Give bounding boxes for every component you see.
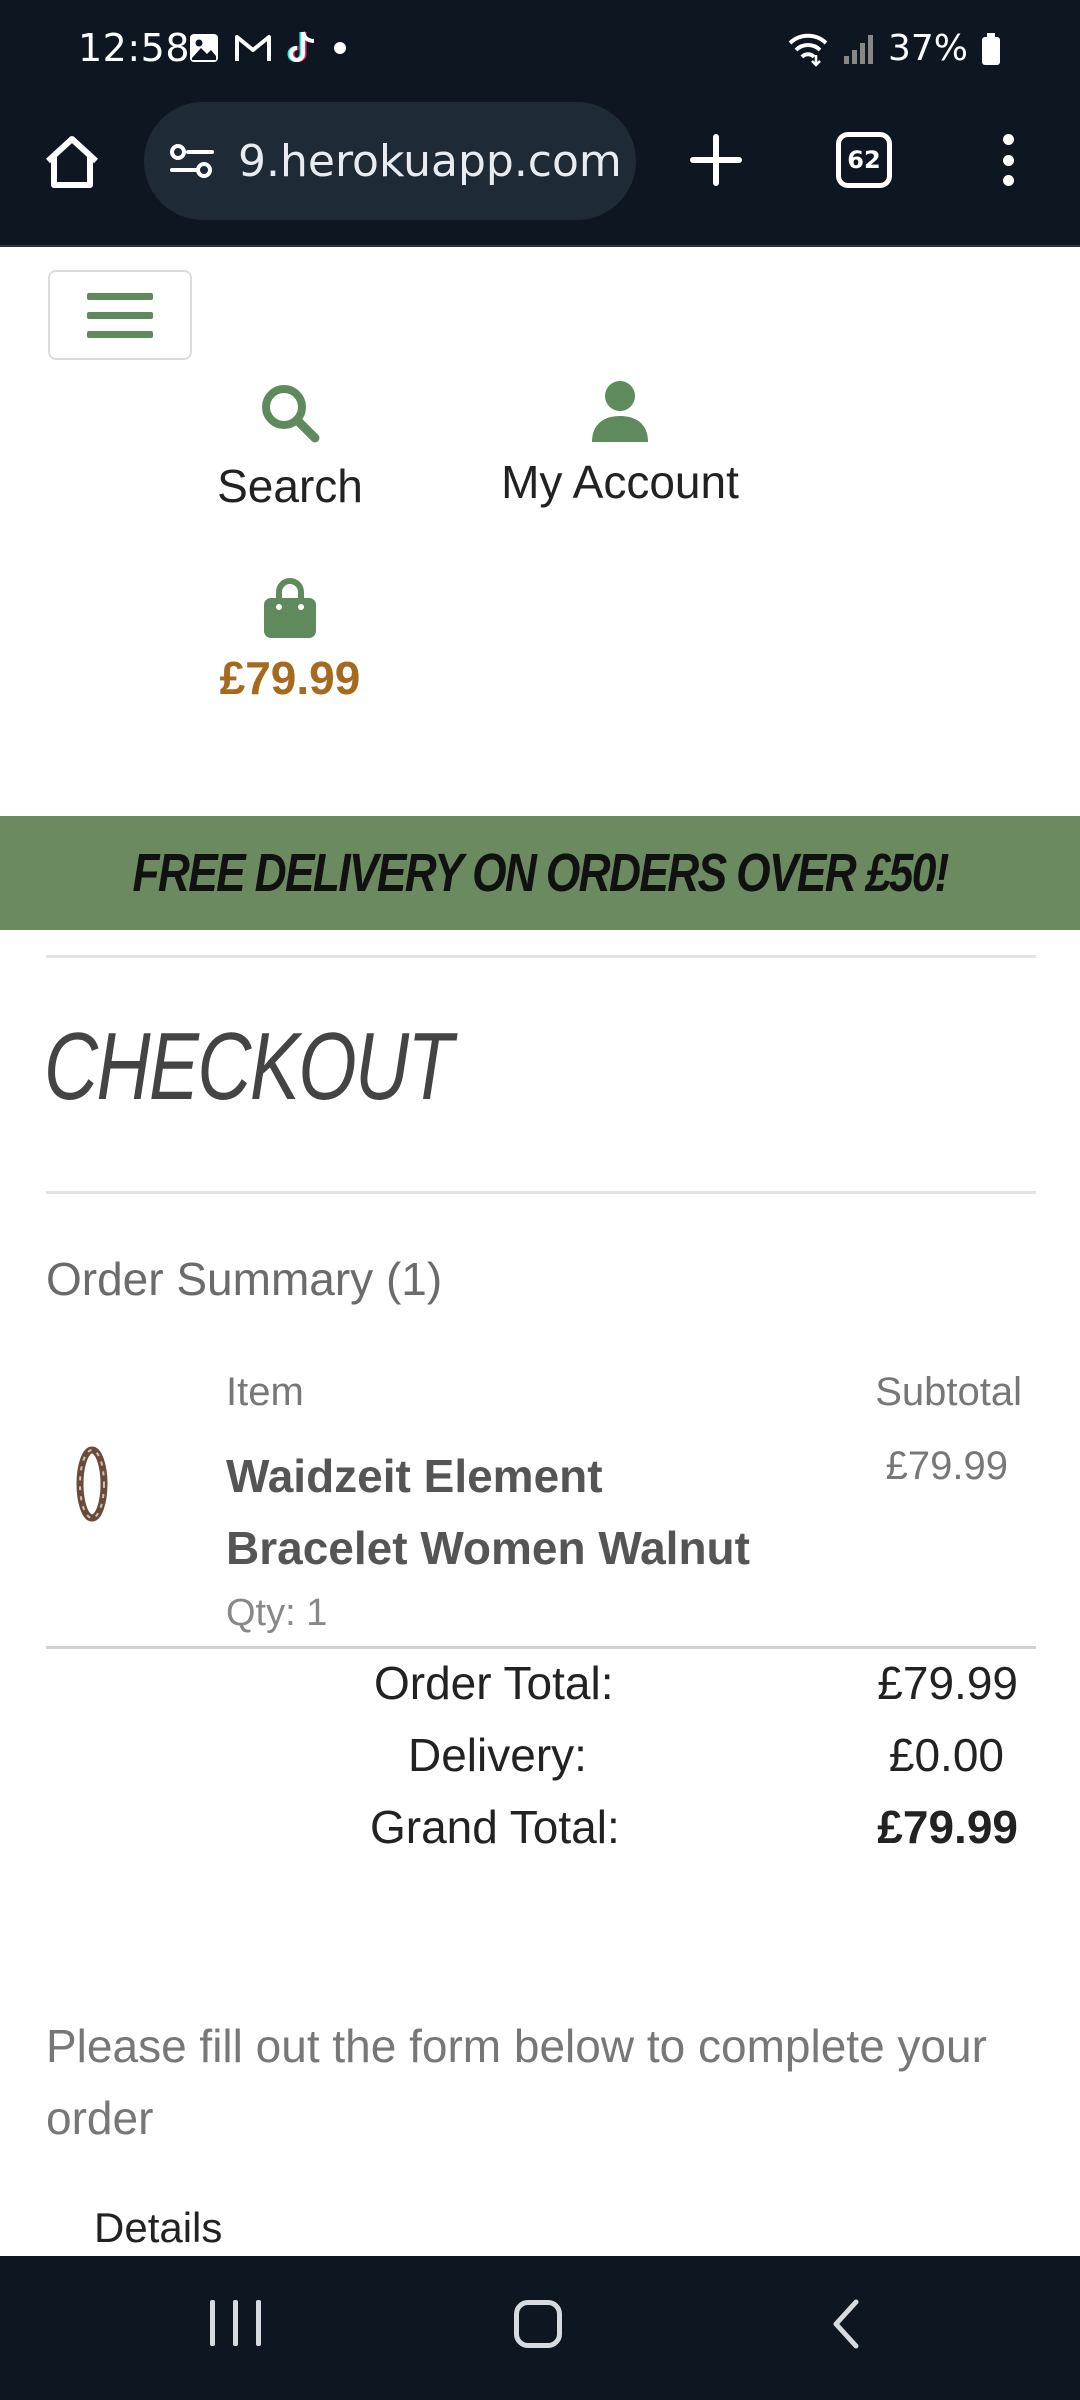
- plus-icon: [690, 134, 742, 186]
- gmail-icon: [235, 35, 271, 61]
- gallery-icon: [190, 34, 218, 62]
- recents-bar-icon: [256, 2300, 261, 2346]
- signal-icon: [843, 34, 873, 64]
- grand-total-value: £79.99: [877, 1801, 1018, 1853]
- tab-switcher-button[interactable]: 62: [836, 132, 892, 188]
- system-icons: 37%: [786, 28, 1002, 69]
- form-instructions: Please fill out the form below to comple…: [46, 2020, 987, 2144]
- search-link[interactable]: Search: [200, 380, 380, 513]
- system-navigation-bar: [0, 2256, 1080, 2400]
- menu-dot-icon: [1002, 134, 1014, 145]
- user-icon: [592, 381, 648, 442]
- order-total-value: £79.99: [877, 1657, 1018, 1709]
- hamburger-line: [87, 330, 153, 338]
- dot-icon: [334, 42, 346, 54]
- status-bar: 12:58 37%: [0, 0, 1080, 100]
- details-legend: Details: [94, 2204, 223, 2251]
- back-button[interactable]: [826, 2296, 866, 2352]
- divider: [46, 1191, 1036, 1194]
- page-title: CHECKOUT: [44, 1013, 453, 1120]
- battery-icon: [982, 32, 1000, 65]
- search-icon: [262, 385, 320, 443]
- search-label: Search: [217, 460, 363, 512]
- browser-menu-button[interactable]: [990, 128, 1026, 192]
- product-image: [76, 1446, 108, 1522]
- notification-icons: [188, 30, 348, 66]
- shopping-bag-icon: [264, 578, 316, 638]
- browser-home-button[interactable]: [40, 130, 104, 194]
- recents-bar-icon: [233, 2300, 238, 2346]
- hamburger-line: [87, 311, 153, 319]
- delivery-banner: FREE DELIVERY ON ORDERS OVER £50!: [0, 816, 1080, 930]
- hamburger-menu-button[interactable]: [48, 270, 192, 360]
- hamburger-line: [87, 292, 153, 300]
- product-quantity: Qty: 1: [226, 1592, 328, 1634]
- divider: [46, 1646, 1036, 1649]
- recent-apps-button[interactable]: [210, 2300, 261, 2346]
- tiktok-icon: [287, 31, 315, 62]
- product-subtotal: £79.99: [885, 1444, 1008, 1488]
- url-text: 9.herokuapp.com: [238, 135, 622, 187]
- delivery-banner-text: FREE DELIVERY ON ORDERS OVER £50!: [132, 843, 949, 903]
- delivery-value: £0.00: [888, 1729, 1004, 1781]
- grand-total-label: Grand Total:: [370, 1801, 620, 1853]
- item-column-header: Item: [226, 1370, 304, 1414]
- bag-total: £79.99: [219, 652, 361, 704]
- shopping-bag-link[interactable]: £79.99: [200, 578, 380, 705]
- address-bar[interactable]: 9.herokuapp.com: [144, 102, 636, 220]
- menu-dot-icon: [1002, 175, 1014, 186]
- order-summary-heading: Order Summary (1): [46, 1253, 443, 1305]
- delivery-label: Delivery:: [408, 1729, 587, 1781]
- system-home-button[interactable]: [514, 2300, 562, 2348]
- product-name: Waidzeit Element Bracelet Women Walnut: [226, 1450, 750, 1574]
- wifi-icon: [788, 33, 828, 67]
- divider: [46, 955, 1036, 958]
- site-settings-icon[interactable]: [168, 141, 216, 181]
- battery-percent: 37%: [887, 28, 968, 69]
- menu-dot-icon: [1002, 154, 1014, 166]
- my-account-label: My Account: [501, 456, 739, 508]
- browser-toolbar: 9.herokuapp.com 62: [0, 100, 1080, 247]
- new-tab-button[interactable]: [684, 128, 748, 192]
- my-account-link[interactable]: My Account: [480, 380, 760, 509]
- order-total-label: Order Total:: [374, 1657, 614, 1709]
- recents-bar-icon: [210, 2300, 215, 2346]
- subtotal-column-header: Subtotal: [875, 1370, 1022, 1414]
- home-icon: [45, 136, 99, 188]
- status-time: 12:58: [78, 26, 191, 70]
